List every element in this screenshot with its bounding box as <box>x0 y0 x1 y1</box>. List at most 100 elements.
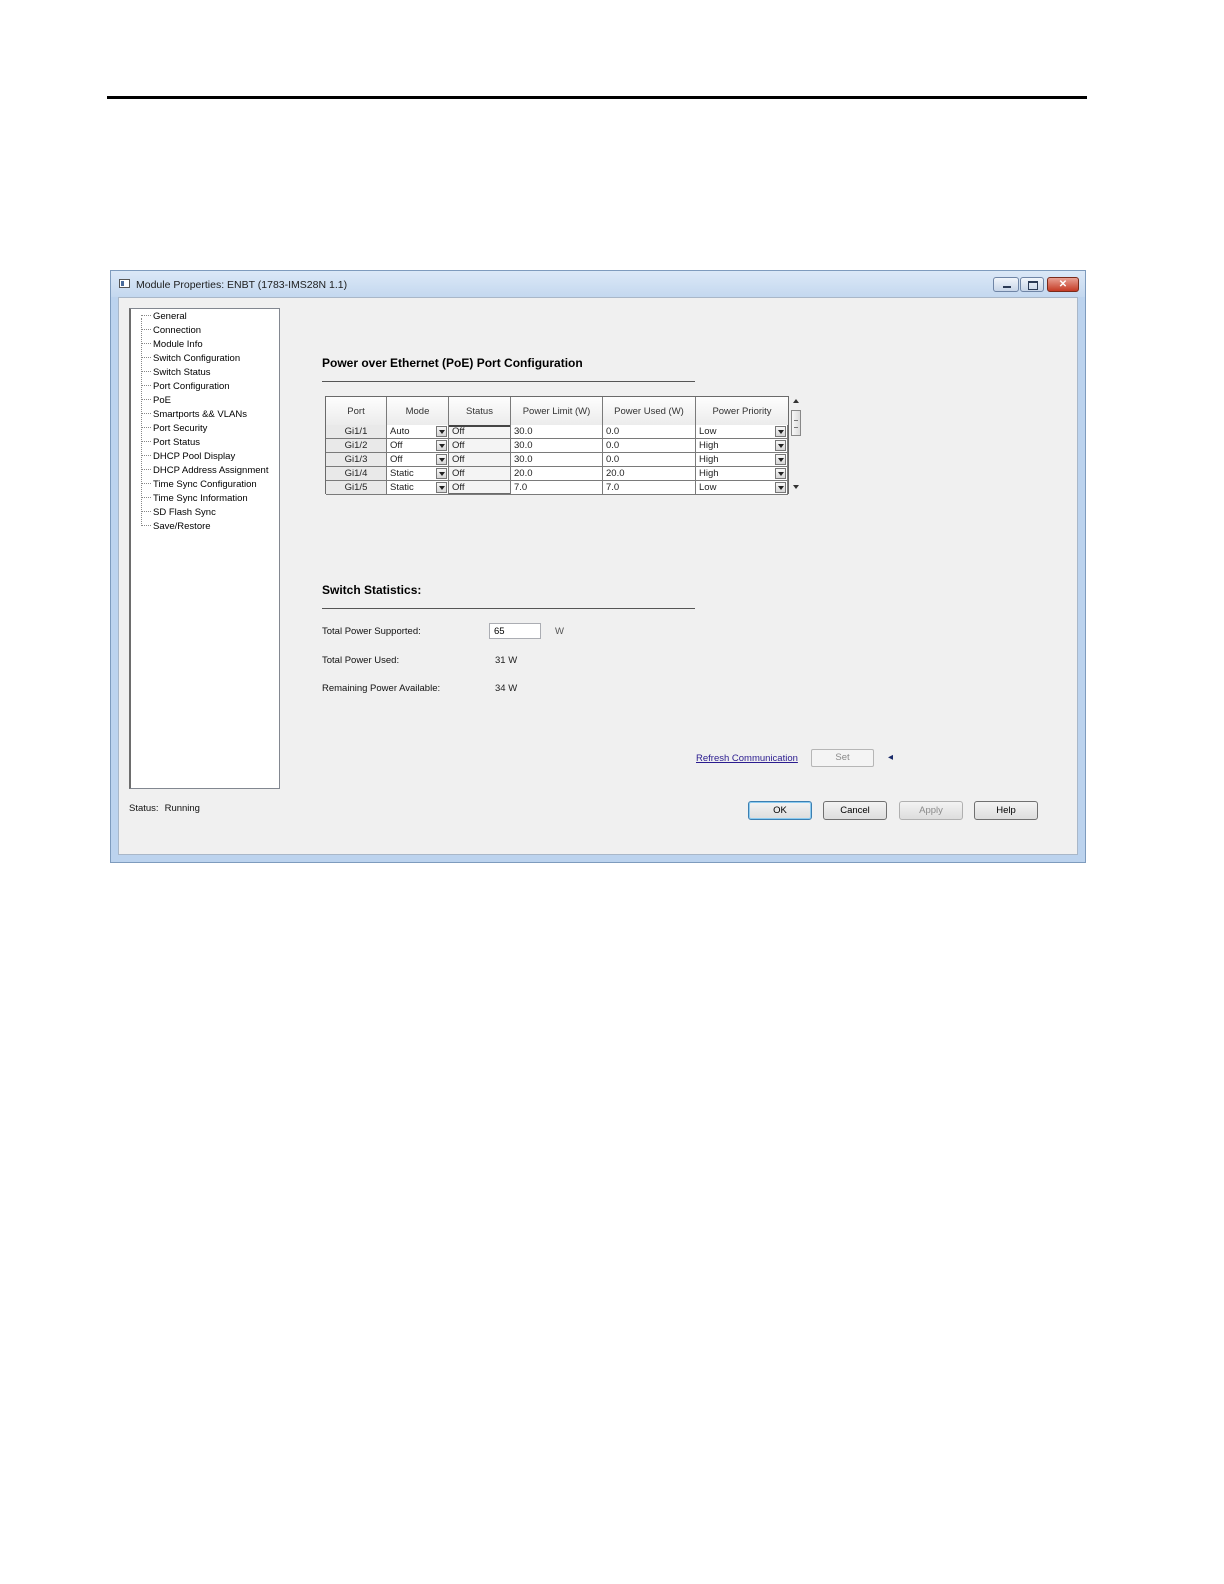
chevron-down-icon[interactable] <box>436 468 447 479</box>
cell-priority-dropdown[interactable]: Low <box>696 425 788 439</box>
cell-mode-dropdown[interactable]: Off <box>387 439 449 453</box>
category-tree[interactable]: General Connection Module Info Switch Co… <box>129 308 280 789</box>
close-icon: ✕ <box>1058 279 1068 290</box>
chevron-down-icon[interactable] <box>436 482 447 493</box>
cell-priority-value: High <box>699 454 719 465</box>
help-button[interactable]: Help <box>974 801 1038 820</box>
total-power-used-value: 31 W <box>495 655 518 666</box>
chevron-down-icon[interactable] <box>436 440 447 451</box>
refresh-communication-link[interactable]: Refresh Communication <box>696 753 798 764</box>
chevron-down-icon[interactable] <box>775 440 786 451</box>
cell-priority-dropdown[interactable]: High <box>696 439 788 453</box>
tree-item-module-info[interactable]: Module Info <box>141 339 203 353</box>
grid-header-row: Port Mode Status Power Limit (W) Power U… <box>326 397 788 427</box>
cell-priority-dropdown[interactable]: Low <box>696 481 788 495</box>
tree-item-general[interactable]: General <box>141 311 187 325</box>
tree-item-smartports-vlans[interactable]: Smartports && VLANs <box>141 409 247 423</box>
cell-priority-value: Low <box>699 482 717 493</box>
title-bar[interactable]: Module Properties: ENBT (1783-IMS28N 1.1… <box>111 271 1085 297</box>
col-header-status[interactable]: Status <box>449 397 511 425</box>
tree-item-port-status[interactable]: Port Status <box>141 437 200 451</box>
cell-port: Gi1/3 <box>326 453 387 467</box>
chevron-down-icon[interactable] <box>436 426 447 437</box>
total-power-supported-input[interactable]: 65 <box>489 623 541 639</box>
cell-mode-dropdown[interactable]: Off <box>387 453 449 467</box>
close-button[interactable]: ✕ <box>1047 277 1079 292</box>
cell-mode-value: Static <box>390 482 414 493</box>
grid-scrollbar[interactable] <box>790 397 804 493</box>
col-header-mode[interactable]: Mode <box>387 397 449 425</box>
cell-power-limit[interactable]: 30.0 <box>511 425 603 439</box>
chevron-down-icon[interactable] <box>775 454 786 465</box>
maximize-button[interactable] <box>1020 277 1044 292</box>
remaining-power-label: Remaining Power Available: <box>322 683 441 694</box>
cell-mode-value: Auto <box>390 426 410 437</box>
tree-item-switch-configuration[interactable]: Switch Configuration <box>141 353 240 367</box>
tree-item-connection[interactable]: Connection <box>141 325 201 339</box>
module-properties-window: Module Properties: ENBT (1783-IMS28N 1.1… <box>110 270 1086 863</box>
cell-port: Gi1/2 <box>326 439 387 453</box>
cancel-button[interactable]: Cancel <box>823 801 887 820</box>
cell-port: Gi1/5 <box>326 481 387 495</box>
poe-port-grid[interactable]: Port Mode Status Power Limit (W) Power U… <box>325 396 789 495</box>
cell-power-used: 0.0 <box>603 453 696 467</box>
cell-mode-dropdown[interactable]: Static <box>387 481 449 495</box>
ok-button[interactable]: OK <box>748 801 812 820</box>
cell-power-used: 0.0 <box>603 425 696 439</box>
chevron-down-icon[interactable] <box>775 468 786 479</box>
col-header-port[interactable]: Port <box>326 397 387 425</box>
chevron-down-icon[interactable] <box>775 482 786 493</box>
cell-power-limit[interactable]: 20.0 <box>511 467 603 481</box>
cell-power-limit[interactable]: 30.0 <box>511 439 603 453</box>
cell-mode-value: Off <box>390 440 403 451</box>
set-button[interactable]: Set <box>811 749 874 767</box>
cell-power-used: 20.0 <box>603 467 696 481</box>
window-title: Module Properties: ENBT (1783-IMS28N 1.1… <box>136 279 348 291</box>
scroll-thumb[interactable] <box>791 410 801 436</box>
switch-statistics-title: Switch Statistics: <box>322 583 422 597</box>
cell-priority-dropdown[interactable]: High <box>696 453 788 467</box>
cell-mode-dropdown[interactable]: Static <box>387 467 449 481</box>
switch-statistics-rule <box>322 608 695 609</box>
cell-mode-dropdown[interactable]: Auto <box>387 425 449 439</box>
cell-priority-dropdown[interactable]: High <box>696 467 788 481</box>
cell-priority-value: Low <box>699 426 717 437</box>
total-power-used-label: Total Power Used: <box>322 655 400 666</box>
tree-item-dhcp-address-assignment[interactable]: DHCP Address Assignment <box>141 465 268 479</box>
cell-port: Gi1/1 <box>326 425 387 439</box>
window-app-icon <box>119 279 130 288</box>
scroll-down-icon[interactable] <box>793 485 799 489</box>
table-row: Gi1/3 Off Off 30.0 0.0 High <box>326 453 788 467</box>
chevron-down-icon[interactable] <box>436 454 447 465</box>
tree-item-port-configuration[interactable]: Port Configuration <box>141 381 230 395</box>
tree-item-time-sync-information[interactable]: Time Sync Information <box>141 493 248 507</box>
page-header-rule <box>107 96 1087 99</box>
col-header-power-used[interactable]: Power Used (W) <box>603 397 696 425</box>
tree-item-port-security[interactable]: Port Security <box>141 423 207 437</box>
col-header-power-priority[interactable]: Power Priority <box>696 397 788 425</box>
tree-item-dhcp-pool-display[interactable]: DHCP Pool Display <box>141 451 235 465</box>
cell-status: Off <box>449 425 511 439</box>
apply-button[interactable]: Apply <box>899 801 963 820</box>
scroll-up-icon[interactable] <box>793 399 799 403</box>
tree-item-poe[interactable]: PoE <box>141 395 171 409</box>
cell-priority-value: High <box>699 468 719 479</box>
minimize-button[interactable] <box>993 277 1019 292</box>
tree-item-switch-status[interactable]: Switch Status <box>141 367 211 381</box>
cell-power-limit[interactable]: 30.0 <box>511 453 603 467</box>
status-line: Status: Running <box>129 803 200 814</box>
maximize-icon <box>1028 281 1038 290</box>
table-row: Gi1/4 Static Off 20.0 20.0 High <box>326 467 788 481</box>
tree-item-save-restore[interactable]: Save/Restore <box>141 521 211 535</box>
col-header-power-limit[interactable]: Power Limit (W) <box>511 397 603 425</box>
total-power-supported-label: Total Power Supported: <box>322 626 421 637</box>
chevron-down-icon[interactable] <box>775 426 786 437</box>
total-power-supported-unit: W <box>555 626 564 637</box>
tree-item-time-sync-configuration[interactable]: Time Sync Configuration <box>141 479 257 493</box>
arrow-left-icon: ◂ <box>888 752 894 763</box>
status-label: Status: <box>129 803 159 814</box>
tree-item-sd-flash-sync[interactable]: SD Flash Sync <box>141 507 216 521</box>
cell-power-limit[interactable]: 7.0 <box>511 481 603 495</box>
remaining-power-value: 34 W <box>495 683 518 694</box>
cell-mode-value: Static <box>390 468 414 479</box>
